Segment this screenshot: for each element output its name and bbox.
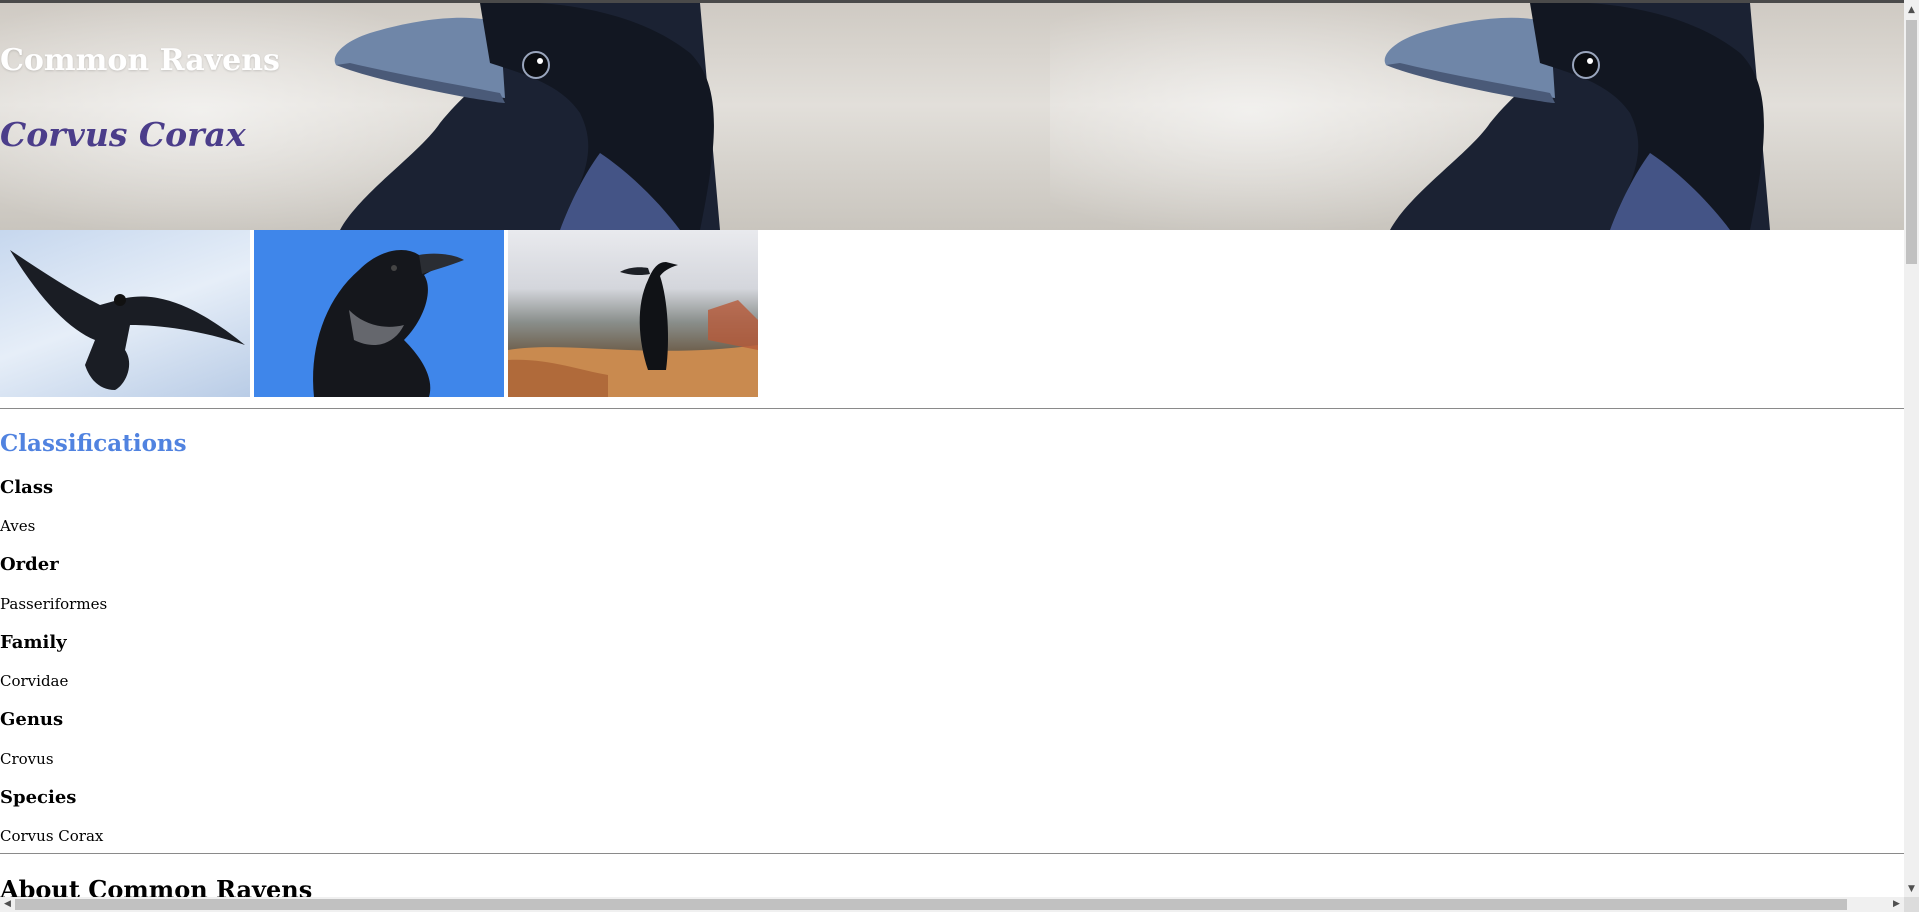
horizontal-scrollbar[interactable]: ◀ ▶ [0,897,1904,912]
vertical-scroll-thumb[interactable] [1906,20,1917,264]
classification-term-genus: Genus [0,709,64,730]
scroll-up-arrow-icon[interactable]: ▲ [1904,3,1919,18]
classification-value-genus: Crovus [0,750,54,768]
scroll-down-arrow-icon[interactable]: ▼ [1904,882,1919,897]
scroll-left-arrow-icon[interactable]: ◀ [0,897,15,912]
page-title: Common Ravens [0,43,280,78]
page-subtitle: Corvus Corax [0,115,246,154]
page: Common Ravens Corvus Corax Classificatio… [0,0,1919,912]
classification-term-family: Family [0,632,67,653]
gallery-photo-raven-perched [508,230,758,397]
scroll-right-arrow-icon[interactable]: ▶ [1889,897,1904,912]
classification-term-order: Order [0,554,59,575]
gallery-photo-raven-in-flight [0,230,250,397]
horizontal-scroll-thumb[interactable] [15,899,1847,910]
gallery-photo-raven-portrait [254,230,504,397]
classification-term-species: Species [0,787,77,808]
section-divider [0,408,1904,409]
classification-term-class: Class [0,477,54,498]
hero-banner: Common Ravens Corvus Corax [0,3,1904,230]
section-divider [0,853,1904,854]
classification-value-species: Corvus Corax [0,827,104,845]
classification-value-family: Corvidae [0,672,69,690]
vertical-scrollbar[interactable]: ▲ ▼ [1904,0,1919,897]
classification-value-class: Aves [0,517,36,535]
classification-value-order: Passeriformes [0,595,108,613]
scrollbar-corner [1904,897,1919,912]
classifications-heading: Classifications [0,430,187,457]
